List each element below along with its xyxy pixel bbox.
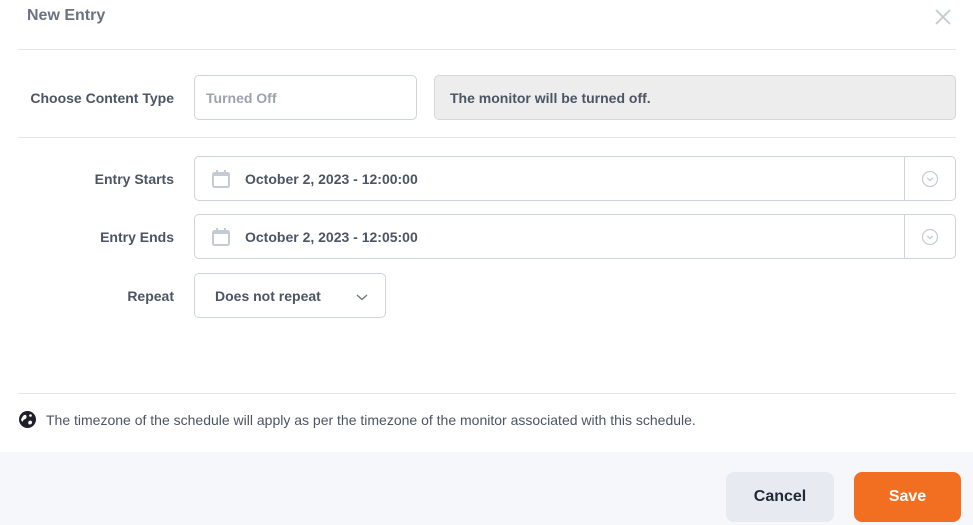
- close-icon: [935, 9, 951, 25]
- entry-ends-field[interactable]: October 2, 2023 - 12:05:00: [194, 214, 905, 259]
- dialog-title: New Entry: [27, 7, 106, 24]
- repeat-selected-value: Does not repeat: [215, 288, 321, 304]
- content-type-value: Turned Off: [206, 90, 277, 106]
- content-type-label: Choose Content Type: [30, 90, 174, 106]
- entry-starts-label: Entry Starts: [94, 171, 174, 187]
- timezone-note-text: The timezone of the schedule will apply …: [46, 412, 696, 428]
- close-button[interactable]: [932, 6, 954, 28]
- dialog-header: New Entry: [0, 0, 973, 50]
- content-type-description: The monitor will be turned off.: [434, 75, 956, 120]
- note-divider: [18, 393, 956, 394]
- entry-ends-value: October 2, 2023 - 12:05:00: [245, 229, 418, 245]
- entry-starts-value: October 2, 2023 - 12:00:00: [245, 171, 418, 187]
- entry-ends-time-button[interactable]: [904, 214, 956, 259]
- header-divider: [18, 49, 956, 50]
- calendar-icon: [212, 170, 230, 188]
- clock-chevron-icon: [921, 170, 939, 188]
- clock-chevron-icon: [921, 228, 939, 246]
- entry-starts-field[interactable]: October 2, 2023 - 12:00:00: [194, 156, 905, 201]
- dialog-footer: Cancel Save: [0, 452, 973, 525]
- entry-starts-time-button[interactable]: [904, 156, 956, 201]
- calendar-icon: [212, 228, 230, 246]
- section-divider: [18, 137, 956, 138]
- save-button[interactable]: Save: [854, 472, 961, 522]
- content-type-select[interactable]: Turned Off: [194, 75, 417, 120]
- new-entry-dialog: New Entry Choose Content Type Turned Off…: [0, 0, 973, 525]
- repeat-label: Repeat: [127, 288, 174, 304]
- chevron-down-icon: [356, 294, 368, 301]
- content-type-description-text: The monitor will be turned off.: [450, 90, 651, 106]
- repeat-select[interactable]: Does not repeat: [194, 273, 386, 318]
- globe-icon: [19, 411, 36, 428]
- cancel-button[interactable]: Cancel: [726, 472, 834, 522]
- entry-ends-label: Entry Ends: [100, 229, 174, 245]
